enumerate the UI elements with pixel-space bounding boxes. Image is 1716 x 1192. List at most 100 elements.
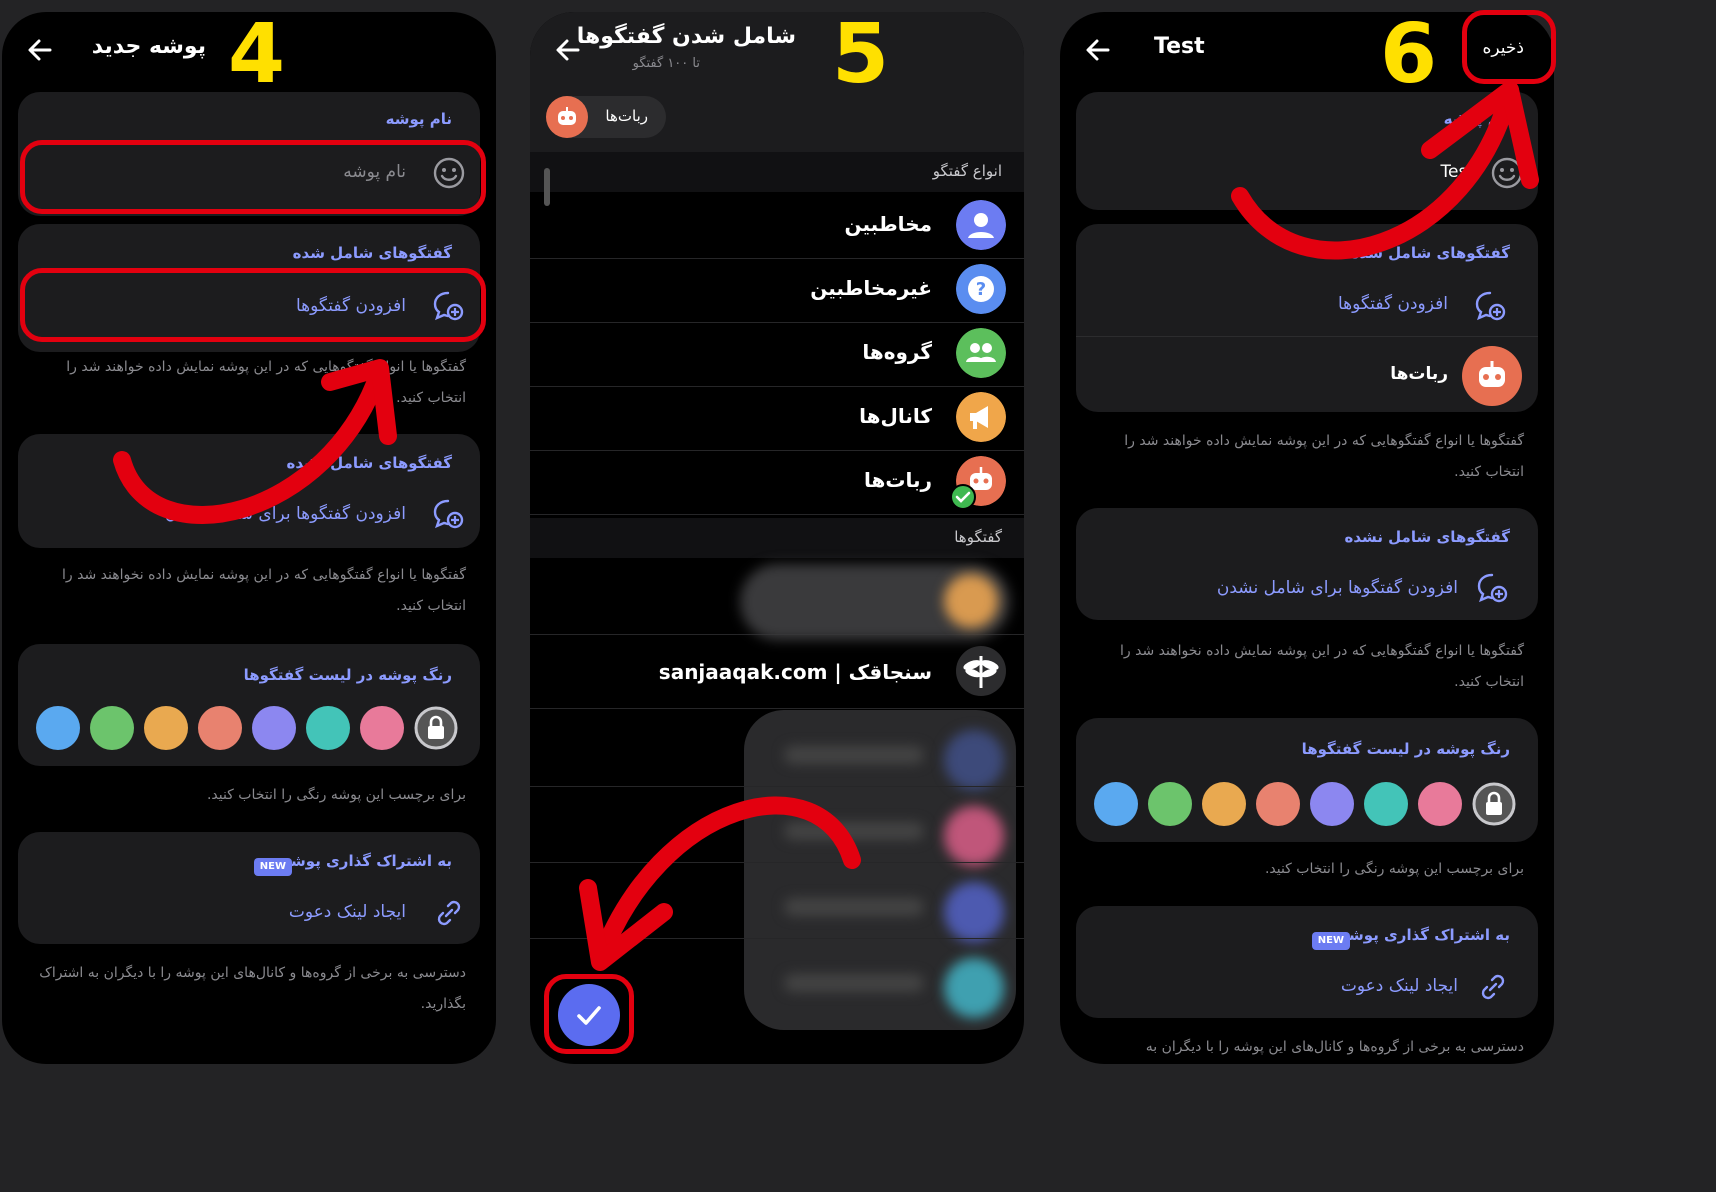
invite-link-button[interactable]: ایجاد لینک دعوت bbox=[1341, 976, 1458, 996]
folder-name-card: نام پوشه Test bbox=[1076, 92, 1538, 210]
color-swatch[interactable] bbox=[360, 706, 404, 750]
color-swatch[interactable] bbox=[306, 706, 350, 750]
add-excluded-button[interactable]: افزودن گفتگوها برای شامل نشدن bbox=[165, 504, 406, 524]
chip-bots[interactable]: ربات‌ها bbox=[546, 96, 666, 138]
excluded-chats-card: گفتگوهای شامل نشده افزودن گفتگوها برای ش… bbox=[18, 434, 480, 548]
blurred-text bbox=[784, 974, 924, 992]
chat-type-row[interactable]: کانال‌ها bbox=[530, 386, 1024, 451]
blurred-text bbox=[784, 898, 924, 916]
folder-color-card: رنگ پوشه در لیست گفتگوها bbox=[18, 644, 480, 766]
page-title: Test bbox=[1154, 34, 1205, 59]
chat-type-label: کانال‌ها bbox=[859, 404, 932, 428]
color-swatch[interactable] bbox=[36, 706, 80, 750]
chat-type-label: غیرمخاطبین bbox=[810, 276, 932, 300]
chat-type-label: ربات‌ها bbox=[863, 468, 932, 492]
robot-icon bbox=[1462, 346, 1522, 406]
color-swatch[interactable] bbox=[1094, 782, 1138, 826]
invite-link-button[interactable]: ایجاد لینک دعوت bbox=[289, 902, 406, 922]
share-note: دسترسی به برخی از گروه‌ها و کانال‌های ای… bbox=[39, 965, 466, 1012]
robot-icon bbox=[546, 96, 588, 138]
highlight-folder-name bbox=[20, 140, 486, 214]
back-arrow-icon[interactable] bbox=[1082, 34, 1114, 66]
share-folder-title: به اشتراک گذاری پوشه bbox=[281, 852, 452, 870]
back-arrow-icon[interactable] bbox=[24, 34, 56, 66]
checkmark-icon bbox=[950, 484, 976, 510]
blurred-avatar bbox=[944, 806, 1004, 866]
add-chat-icon bbox=[1475, 291, 1506, 321]
share-folder-title: به اشتراک گذاری پوشه bbox=[1339, 926, 1510, 944]
person-icon bbox=[956, 200, 1006, 250]
color-swatch[interactable] bbox=[1256, 782, 1300, 826]
blurred-avatar bbox=[944, 574, 998, 628]
chat-types-header-label: انواع گفتگو bbox=[932, 162, 1002, 180]
blurred-avatar bbox=[944, 958, 1004, 1018]
new-badge: NEW bbox=[253, 858, 292, 876]
highlight-add-chats bbox=[20, 268, 486, 342]
add-chat-icon bbox=[1477, 573, 1508, 603]
share-note: دسترسی به برخی از گروه‌ها و کانال‌های ای… bbox=[1145, 1039, 1524, 1055]
screen-edit-folder: Test ذخیره نام پوشه Test گفتگوهای شامل ش… bbox=[1060, 12, 1554, 1064]
included-chats-title: گفتگوهای شامل شده bbox=[1350, 244, 1510, 262]
color-swatch[interactable] bbox=[1418, 782, 1462, 826]
excluded-chats-card: گفتگوهای شامل نشده افزودن گفتگوها برای ش… bbox=[1076, 508, 1538, 620]
chat-type-label: مخاطبین bbox=[844, 212, 932, 236]
color-swatch[interactable] bbox=[1202, 782, 1246, 826]
step-5-label: 5 bbox=[832, 7, 890, 102]
emoji-icon[interactable] bbox=[1490, 156, 1524, 190]
excluded-chats-title: گفتگوهای شامل نشده bbox=[1344, 528, 1510, 546]
chat-type-row[interactable]: مخاطبین bbox=[530, 194, 1024, 259]
question-icon: ? bbox=[956, 264, 1006, 314]
chat-types-header: انواع گفتگو bbox=[530, 152, 1024, 192]
chats-header: گفتگوها bbox=[530, 518, 1024, 558]
included-chats-title: گفتگوهای شامل شده bbox=[292, 244, 452, 262]
link-icon bbox=[1481, 974, 1505, 1000]
included-chats-card: گفتگوهای شامل شده افزودن گفتگوها ربات‌ها bbox=[1076, 224, 1538, 412]
chat-name: سنجاقک | sanjaaqak.com bbox=[658, 660, 932, 684]
folder-color-card: رنگ پوشه در لیست گفتگوها bbox=[1076, 718, 1538, 842]
included-note: گفتگوها یا انواع گفتگوهایی که در این پوش… bbox=[1124, 433, 1524, 480]
add-excluded-button[interactable]: افزودن گفتگوها برای شامل نشدن bbox=[1217, 578, 1458, 598]
blurred-avatar bbox=[944, 882, 1004, 942]
chat-row-sanjaaqak[interactable]: سنجاقک | sanjaaqak.com bbox=[530, 634, 1024, 709]
folder-name-input[interactable]: Test bbox=[1441, 162, 1474, 182]
lock-icon[interactable] bbox=[1472, 782, 1516, 826]
lock-icon[interactable] bbox=[414, 706, 458, 750]
color-picker bbox=[36, 706, 462, 752]
color-swatch[interactable] bbox=[252, 706, 296, 750]
color-swatch[interactable] bbox=[198, 706, 242, 750]
add-chat-icon bbox=[433, 499, 464, 529]
chat-row[interactable] bbox=[530, 558, 1024, 640]
chat-type-row[interactable]: گروه‌ها bbox=[530, 322, 1024, 387]
chat-type-row[interactable]: ? غیرمخاطبین bbox=[530, 258, 1024, 323]
highlight-confirm bbox=[544, 974, 634, 1054]
included-note: گفتگوها یا انواع گفتگوهایی که در این پوش… bbox=[66, 359, 466, 406]
folder-color-title: رنگ پوشه در لیست گفتگوها bbox=[1301, 740, 1510, 758]
color-swatch[interactable] bbox=[1310, 782, 1354, 826]
new-badge: NEW bbox=[1311, 932, 1350, 950]
link-icon bbox=[437, 900, 461, 926]
color-swatch[interactable] bbox=[1148, 782, 1192, 826]
page-title: پوشه جدید bbox=[91, 34, 206, 59]
folder-color-title: رنگ پوشه در لیست گفتگوها bbox=[243, 666, 452, 684]
excluded-note: گفتگوها یا انواع گفتگوهایی که در این پوش… bbox=[1120, 643, 1524, 690]
top-bar: شامل شدن گفتگوها تا ۱۰۰ گفتگو bbox=[530, 12, 1024, 84]
page-title: شامل شدن گفتگوها bbox=[576, 24, 796, 49]
excluded-note: گفتگوها یا انواع گفتگوهایی که در این پوش… bbox=[62, 567, 466, 614]
color-swatch[interactable] bbox=[90, 706, 134, 750]
folder-name-label: نام پوشه bbox=[385, 110, 452, 128]
blurred-text bbox=[784, 746, 924, 764]
step-6-label: 6 bbox=[1380, 7, 1438, 102]
chat-type-row[interactable]: ربات‌ها bbox=[530, 450, 1024, 515]
color-picker bbox=[1094, 782, 1520, 828]
svg-text:?: ? bbox=[976, 279, 986, 300]
chats-header-label: گفتگوها bbox=[954, 528, 1002, 546]
dragonfly-icon bbox=[956, 646, 1006, 696]
color-swatch[interactable] bbox=[1364, 782, 1408, 826]
color-swatch[interactable] bbox=[144, 706, 188, 750]
step-4-label: 4 bbox=[228, 7, 286, 102]
blurred-chat-list bbox=[744, 710, 1016, 1030]
included-bots-row[interactable]: ربات‌ها bbox=[1390, 364, 1448, 384]
blurred-text bbox=[784, 822, 924, 840]
add-chats-button[interactable]: افزودن گفتگوها bbox=[1338, 294, 1448, 314]
page-subtitle: تا ۱۰۰ گفتگو bbox=[632, 56, 700, 71]
